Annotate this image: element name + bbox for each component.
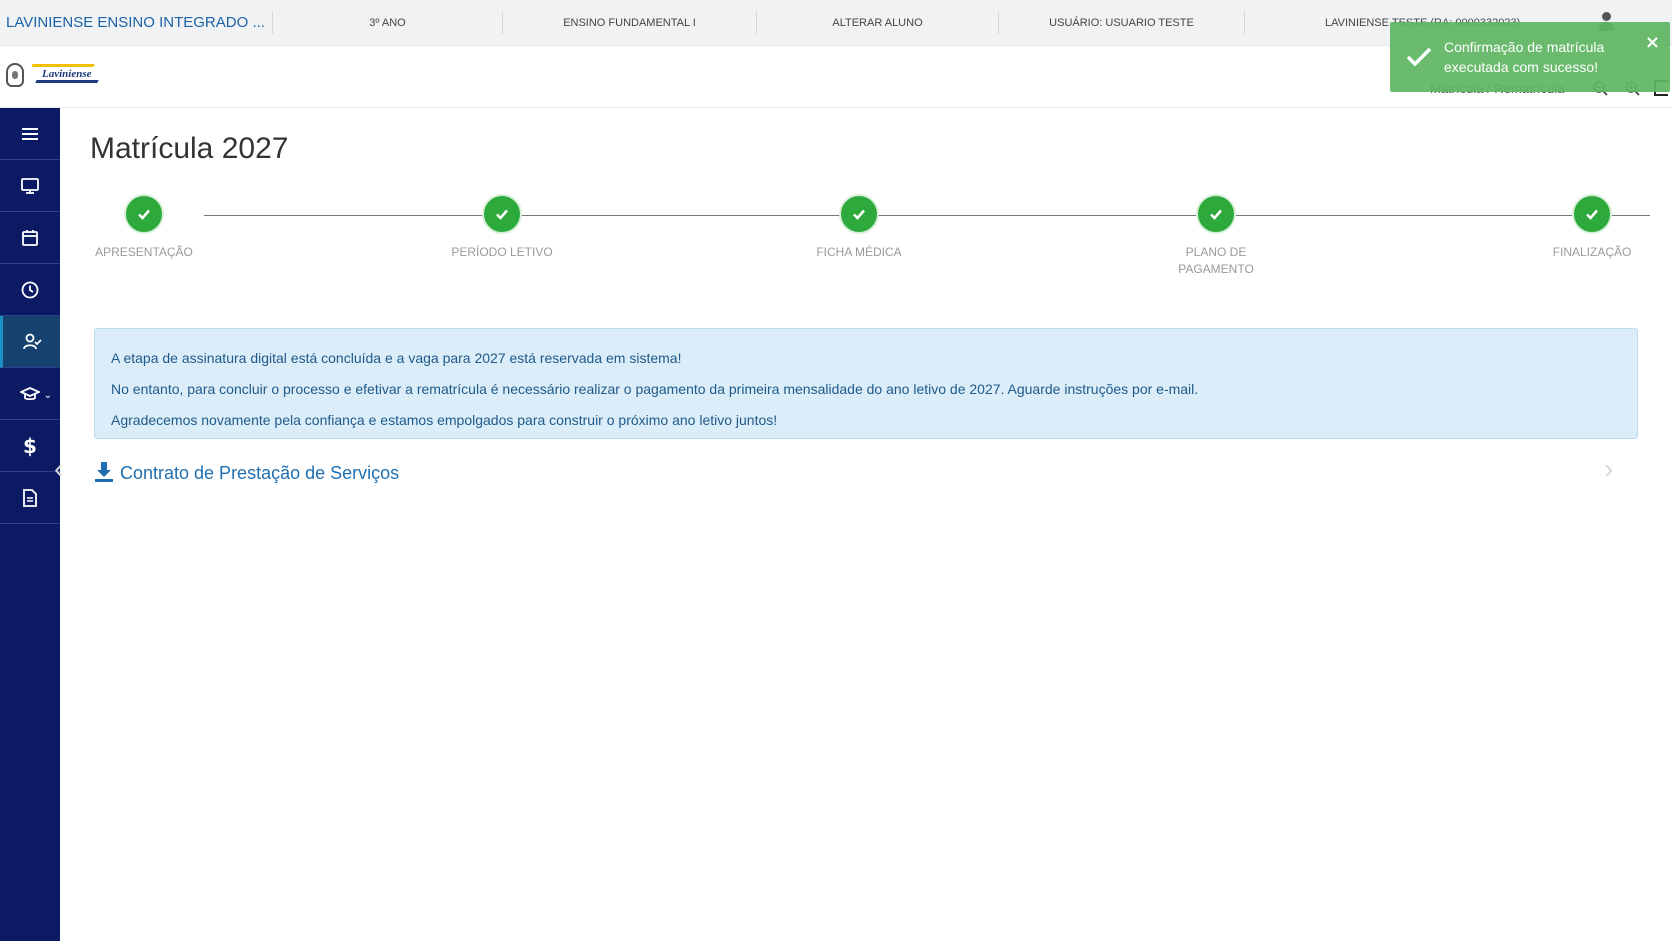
toast-message: Confirmação de matrícula executada com s…: [1444, 39, 1605, 75]
sidebar-item-schedule[interactable]: [0, 264, 60, 316]
grade-selector[interactable]: 3º ANO: [272, 11, 502, 34]
alert-line: Agradecemos novamente pela confiança e e…: [111, 412, 778, 428]
step-label: FINALIZAÇÃO: [1552, 245, 1632, 259]
step-done-icon: [124, 194, 164, 234]
level-selector[interactable]: ENSINO FUNDAMENTAL I: [502, 11, 756, 34]
step-done-icon: [482, 194, 522, 234]
document-icon: [23, 488, 37, 507]
contract-download-link[interactable]: Contrato de Prestação de Serviços: [94, 462, 399, 484]
step-ficha-medica[interactable]: FICHA MÉDICA: [789, 194, 929, 261]
main-content: Matrícula 2027 APRESENTAÇÃO PERÍODO LETI…: [54, 108, 1672, 941]
step-label: APRESENTAÇÃO: [95, 245, 193, 259]
step-done-icon: [1572, 194, 1612, 234]
step-label: PLANO DE PAGAMENTO: [1178, 245, 1254, 276]
next-arrow[interactable]: ›: [1604, 453, 1613, 485]
step-periodo-letivo[interactable]: PERÍODO LETIVO: [432, 194, 572, 261]
dollar-icon: $: [23, 433, 37, 458]
sidebar-item-calendar[interactable]: [0, 212, 60, 264]
clock-icon: [21, 281, 39, 298]
step-done-icon: [1196, 194, 1236, 234]
step-done-icon: [839, 194, 879, 234]
step-label: FICHA MÉDICA: [816, 245, 902, 259]
step-finalizacao[interactable]: FINALIZAÇÃO: [1522, 194, 1662, 261]
sidebar-item-documents[interactable]: [0, 472, 60, 524]
school-logo[interactable]: Laviniense: [6, 62, 102, 88]
page-title: Matrícula 2027: [90, 132, 289, 165]
success-toast: Confirmação de matrícula executada com s…: [1390, 22, 1670, 92]
prev-arrow[interactable]: ‹: [54, 453, 63, 485]
step-label: PERÍODO LETIVO: [451, 245, 553, 259]
step-apresentacao[interactable]: APRESENTAÇÃO: [74, 194, 214, 261]
download-icon: [95, 462, 113, 482]
graduation-cap-icon: [20, 386, 40, 400]
sidebar-item-finance[interactable]: $: [0, 420, 60, 472]
sidebar-item-menu[interactable]: [0, 108, 60, 160]
user-check-icon: [22, 333, 42, 349]
close-icon[interactable]: ×: [1645, 32, 1660, 53]
calendar-icon: [22, 229, 38, 246]
sidebar-item-academic[interactable]: ⌄: [0, 368, 60, 420]
sidebar-item-enrollment[interactable]: [0, 316, 60, 368]
chevron-down-icon: ⌄: [43, 390, 52, 401]
monitor-icon: [21, 177, 39, 194]
info-alert: A etapa de assinatura digital está concl…: [94, 328, 1638, 439]
logo-mark: Laviniense: [31, 62, 102, 88]
contract-link-label: Contrato de Prestação de Serviços: [120, 462, 400, 483]
alert-line: No entanto, para concluir o processo e e…: [111, 381, 1199, 397]
sidebar-item-dashboard[interactable]: [0, 160, 60, 212]
sidebar: ⌄ $: [0, 108, 60, 941]
check-icon: [1404, 42, 1434, 72]
logo-text: Laviniense: [42, 68, 92, 80]
change-student-button[interactable]: ALTERAR ALUNO: [756, 11, 998, 34]
emblem-icon: [6, 63, 24, 87]
user-label: USUÁRIO: USUARIO TESTE: [998, 11, 1244, 34]
step-plano-pagamento[interactable]: PLANO DE PAGAMENTO: [1166, 194, 1266, 278]
menu-icon: [22, 127, 38, 140]
school-name[interactable]: LAVINIENSE ENSINO INTEGRADO ...: [0, 14, 272, 31]
alert-line: A etapa de assinatura digital está concl…: [111, 350, 682, 366]
